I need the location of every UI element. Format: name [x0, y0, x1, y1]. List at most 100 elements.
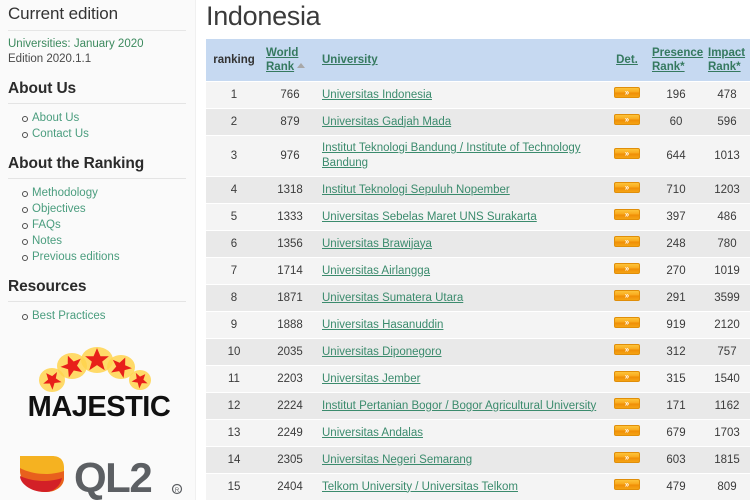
cell-university: Universitas Sebelas Maret UNS Surakarta: [318, 203, 606, 231]
column-header-world-rank[interactable]: World Rank: [262, 39, 318, 82]
details-chevron-button[interactable]: »: [614, 148, 640, 159]
table-row: 11 2203 Universitas Jember » 315 1540: [206, 365, 750, 393]
cell-university: Universitas Hasanuddin: [318, 311, 606, 339]
sort-link-world-rank[interactable]: World Rank: [266, 47, 298, 73]
cell-ranking: 5: [206, 203, 262, 231]
sidebar-link-previous-editions[interactable]: Previous editions: [32, 251, 120, 263]
majestic-stars-icon: [39, 347, 151, 392]
cell-world-rank: 2224: [262, 392, 318, 420]
column-header-ranking: ranking: [206, 39, 262, 82]
cell-world-rank: 1356: [262, 230, 318, 258]
sort-link-presence-rank[interactable]: Presence Rank*: [652, 47, 703, 73]
edition-info: Universities: January 2020 Edition 2020.…: [8, 30, 186, 67]
university-link[interactable]: Telkom University / Universitas Telkom: [322, 481, 518, 493]
cell-det: »: [606, 203, 648, 231]
university-link[interactable]: Universitas Negeri Semarang: [322, 454, 472, 466]
table-row: 10 2035 Universitas Diponegoro » 312 757: [206, 338, 750, 366]
details-chevron-button[interactable]: »: [614, 236, 640, 247]
cell-university: Universitas Diponegoro: [318, 338, 606, 366]
cell-world-rank: 1714: [262, 257, 318, 285]
cell-world-rank: 766: [262, 81, 318, 109]
sidebar-link-about-us[interactable]: About Us: [32, 112, 79, 124]
column-header-impact-rank[interactable]: Impact Rank*: [704, 39, 750, 82]
university-link[interactable]: Universitas Sebelas Maret UNS Surakarta: [322, 211, 537, 223]
cell-ranking: 10: [206, 338, 262, 366]
list-item: Best Practices: [22, 308, 186, 324]
cell-ranking: 13: [206, 419, 262, 447]
cell-university: Universitas Sumatera Utara: [318, 284, 606, 312]
table-row: 12 2224 Institut Pertanian Bogor / Bogor A…: [206, 392, 750, 420]
university-link[interactable]: Universitas Airlangga: [322, 265, 430, 277]
list-item: About Us: [22, 110, 186, 126]
about-us-list: About Us Contact Us: [8, 110, 186, 142]
university-link[interactable]: Universitas Diponegoro: [322, 346, 442, 358]
university-link[interactable]: Universitas Brawijaya: [322, 238, 432, 250]
details-chevron-button[interactable]: »: [614, 114, 640, 125]
details-chevron-button[interactable]: »: [614, 425, 640, 436]
sidebar-link-notes[interactable]: Notes: [32, 235, 62, 247]
edition-version-line: Edition 2020.1.1: [8, 53, 92, 65]
details-chevron-button[interactable]: »: [614, 371, 640, 382]
cell-world-rank: 2249: [262, 419, 318, 447]
column-header-presence-rank[interactable]: Presence Rank*: [648, 39, 704, 82]
cell-world-rank: 2305: [262, 446, 318, 474]
resources-list: Best Practices: [8, 308, 186, 324]
university-link[interactable]: Institut Teknologi Sepuluh Nopember: [322, 184, 510, 196]
cell-presence-rank: 270: [648, 257, 704, 285]
sort-link-university[interactable]: University: [322, 54, 378, 66]
details-chevron-button[interactable]: »: [614, 452, 640, 463]
cell-det: »: [606, 284, 648, 312]
cell-presence-rank: 479: [648, 473, 704, 500]
majestic-logo[interactable]: MAJESTIC: [14, 346, 184, 424]
table-row: 2 879 Universitas Gadjah Mada » 60 596: [206, 108, 750, 136]
cell-university: Universitas Gadjah Mada: [318, 108, 606, 136]
university-link[interactable]: Universitas Gadjah Mada: [322, 116, 451, 128]
ql2-wordmark: QL2: [74, 454, 151, 500]
table-row: 14 2305 Universitas Negeri Semarang » 603 181…: [206, 446, 750, 474]
details-chevron-button[interactable]: »: [614, 263, 640, 274]
resources-heading: Resources: [8, 278, 186, 302]
ranking-table: ranking World Rank University Det. Presen…: [206, 39, 750, 500]
cell-impact-rank: 1013: [704, 135, 750, 177]
sidebar-link-best-practices[interactable]: Best Practices: [32, 310, 106, 322]
details-chevron-button[interactable]: »: [614, 398, 640, 409]
details-chevron-button[interactable]: »: [614, 209, 640, 220]
sort-link-det[interactable]: Det.: [616, 54, 638, 66]
ql2-logo[interactable]: QL2 R real time search | real time advan…: [12, 442, 192, 500]
details-chevron-button[interactable]: »: [614, 182, 640, 193]
sidebar-link-contact-us[interactable]: Contact Us: [32, 128, 89, 140]
column-header-det[interactable]: Det.: [606, 39, 648, 82]
university-link[interactable]: Institut Teknologi Bandung / Institute o…: [322, 142, 581, 169]
details-chevron-button[interactable]: »: [614, 87, 640, 98]
cell-university: Universitas Jember: [318, 365, 606, 393]
impact-line1: Impact: [708, 47, 746, 59]
university-link[interactable]: Universitas Hasanuddin: [322, 319, 443, 331]
cell-university: Telkom University / Universitas Telkom: [318, 473, 606, 500]
sidebar-link-methodology[interactable]: Methodology: [32, 187, 98, 199]
cell-ranking: 15: [206, 473, 262, 500]
university-link[interactable]: Universitas Andalas: [322, 427, 423, 439]
details-chevron-button[interactable]: »: [614, 479, 640, 490]
university-link[interactable]: Universitas Jember: [322, 373, 420, 385]
main-content: Indonesia ranking World Rank University D…: [196, 0, 750, 500]
university-link[interactable]: Institut Pertanian Bogor / Bogor Agricul…: [322, 400, 596, 412]
list-item: Contact Us: [22, 126, 186, 142]
details-chevron-button[interactable]: »: [614, 290, 640, 301]
details-chevron-button[interactable]: »: [614, 344, 640, 355]
cell-impact-rank: 1162: [704, 392, 750, 420]
column-header-university[interactable]: University: [318, 39, 606, 82]
cell-presence-rank: 710: [648, 176, 704, 204]
cell-impact-rank: 478: [704, 81, 750, 109]
sidebar-link-faqs[interactable]: FAQs: [32, 219, 61, 231]
cell-world-rank: 2035: [262, 338, 318, 366]
university-link[interactable]: Universitas Indonesia: [322, 89, 432, 101]
edition-universities-line: Universities: January 2020: [8, 38, 144, 50]
cell-world-rank: 879: [262, 108, 318, 136]
sidebar-link-objectives[interactable]: Objectives: [32, 203, 86, 215]
cell-det: »: [606, 446, 648, 474]
details-chevron-button[interactable]: »: [614, 317, 640, 328]
table-row: 13 2249 Universitas Andalas » 679 1703: [206, 419, 750, 447]
university-link[interactable]: Universitas Sumatera Utara: [322, 292, 463, 304]
sort-link-impact-rank[interactable]: Impact Rank*: [708, 47, 745, 73]
cell-impact-rank: 1540: [704, 365, 750, 393]
